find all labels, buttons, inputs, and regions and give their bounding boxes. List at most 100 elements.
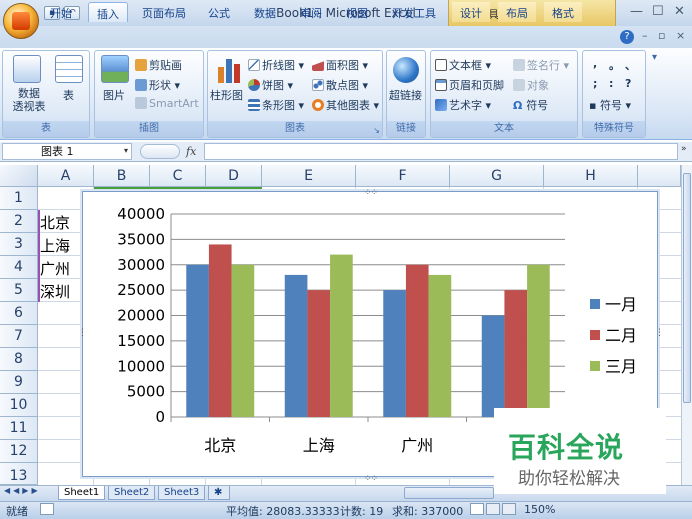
- ribbon-restore-icon[interactable]: ▫: [658, 29, 665, 42]
- symbol-button[interactable]: Ω 符号: [513, 97, 548, 113]
- sheet-tab-sheet3[interactable]: Sheet3: [158, 486, 206, 500]
- chart-resize-handle-top[interactable]: ⁘⁘: [364, 188, 378, 198]
- name-box[interactable]: 图表 1: [2, 143, 132, 160]
- tab-page-layout[interactable]: 页面布局: [134, 2, 194, 22]
- column-header-h[interactable]: H: [544, 165, 638, 187]
- ribbon-close-icon[interactable]: ×: [676, 29, 685, 42]
- ribbon-minimize-icon[interactable]: –: [642, 29, 648, 42]
- pie-chart-button[interactable]: 饼图 ▾: [248, 77, 293, 93]
- zoom-level[interactable]: 150%: [524, 503, 555, 516]
- textbox-button[interactable]: 文本框 ▾: [435, 57, 491, 73]
- special-char-comma[interactable]: ,: [593, 57, 597, 70]
- office-button[interactable]: [3, 3, 39, 39]
- tab-design[interactable]: 设计: [452, 2, 490, 22]
- tab-insert[interactable]: 插入: [88, 2, 128, 22]
- other-charts-button[interactable]: 其他图表 ▾: [312, 97, 379, 113]
- row-header-10[interactable]: 10: [0, 394, 38, 417]
- special-char-colon[interactable]: :: [609, 77, 613, 90]
- column-header-f[interactable]: F: [356, 165, 450, 187]
- special-symbol-button[interactable]: ▪ 符号 ▾: [589, 97, 631, 113]
- tab-data[interactable]: 数据: [246, 2, 284, 22]
- column-header-d[interactable]: D: [206, 165, 262, 187]
- chart-resize-handle-left[interactable]: ⋮: [78, 328, 87, 338]
- name-box-dropdown-icon[interactable]: ▾: [124, 146, 128, 155]
- line-chart-button[interactable]: 折线图 ▾: [248, 57, 304, 73]
- row-header-2[interactable]: 2: [0, 210, 38, 233]
- tab-format[interactable]: 格式: [544, 2, 582, 22]
- cell-a4[interactable]: 广州: [40, 258, 70, 279]
- page-break-view-icon[interactable]: [502, 503, 516, 515]
- formula-bar-handle[interactable]: [140, 144, 180, 159]
- row-header-3[interactable]: 3: [0, 233, 38, 256]
- column-header-a[interactable]: A: [38, 165, 94, 187]
- vertical-scrollbar[interactable]: [681, 165, 692, 485]
- column-header-c[interactable]: C: [150, 165, 206, 187]
- scatter-chart-button[interactable]: 散点图 ▾: [312, 77, 368, 93]
- select-all-corner[interactable]: [0, 165, 38, 187]
- tab-layout[interactable]: 布局: [498, 2, 536, 22]
- macro-record-icon[interactable]: [40, 503, 54, 515]
- row-header-5[interactable]: 5: [0, 279, 38, 302]
- bar-chart-button[interactable]: 条形图 ▾: [248, 97, 304, 113]
- formula-expand-icon[interactable]: »: [681, 144, 687, 154]
- wordart-button[interactable]: 艺术字 ▾: [435, 97, 491, 113]
- shapes-button[interactable]: 形状 ▾: [135, 77, 180, 93]
- object-button[interactable]: 对象: [513, 77, 549, 93]
- row-header-8[interactable]: 8: [0, 348, 38, 371]
- column-header-b[interactable]: B: [94, 165, 150, 187]
- special-char-enum-comma[interactable]: 、: [625, 57, 636, 73]
- special-char-question[interactable]: ?: [625, 77, 631, 90]
- close-button[interactable]: ✕: [674, 4, 685, 19]
- chart-resize-handle-right[interactable]: ⋮: [655, 328, 664, 338]
- sheet-tab-sheet1[interactable]: Sheet1: [58, 486, 106, 500]
- help-icon[interactable]: ?: [620, 30, 634, 44]
- bar-chart-label: 条形图: [262, 99, 295, 112]
- cell-a3[interactable]: 上海: [40, 235, 70, 256]
- page-layout-view-icon[interactable]: [486, 503, 500, 515]
- ribbon-more-icon[interactable]: ▾: [652, 52, 657, 63]
- pivot-table-button[interactable]: 数据 透视表: [9, 87, 49, 113]
- row-header-4[interactable]: 4: [0, 256, 38, 279]
- column-chart-button[interactable]: 柱形图: [210, 87, 243, 103]
- row-header-9[interactable]: 9: [0, 371, 38, 394]
- area-chart-button[interactable]: 面积图 ▾: [312, 57, 368, 73]
- insert-function-button[interactable]: fx: [186, 145, 196, 158]
- tab-view[interactable]: 视图: [338, 2, 376, 22]
- table-button[interactable]: 表: [63, 87, 74, 103]
- special-char-period[interactable]: 。: [609, 57, 620, 73]
- tab-home[interactable]: 开始: [42, 2, 80, 22]
- special-char-semicolon[interactable]: ;: [593, 77, 597, 90]
- header-footer-button[interactable]: 页眉和页脚: [435, 77, 504, 93]
- group-label-illustrations: 插图: [95, 121, 203, 137]
- tab-developer[interactable]: 开发工具: [384, 2, 444, 22]
- tab-formulas[interactable]: 公式: [200, 2, 238, 22]
- sheet-tab-sheet2[interactable]: Sheet2: [108, 486, 156, 500]
- sheet-nav-arrows-icon[interactable]: ◀◀▶▶: [4, 486, 41, 495]
- signature-line-button[interactable]: 签名行 ▾: [513, 57, 569, 73]
- vertical-scroll-thumb[interactable]: [683, 173, 691, 403]
- row-header-7[interactable]: 7: [0, 325, 38, 348]
- row-header-12[interactable]: 12: [0, 440, 38, 463]
- column-header-partial[interactable]: [638, 165, 681, 187]
- row-header-6[interactable]: 6: [0, 302, 38, 325]
- insert-sheet-icon[interactable]: ✱: [208, 486, 230, 500]
- cell-a2[interactable]: 北京: [40, 212, 70, 233]
- column-header-g[interactable]: G: [450, 165, 544, 187]
- column-header-e[interactable]: E: [262, 165, 356, 187]
- clipart-button[interactable]: 剪贴画: [135, 57, 182, 73]
- row-header-1[interactable]: 1: [0, 187, 38, 210]
- cell-a5[interactable]: 深圳: [40, 281, 70, 302]
- maximize-button[interactable]: ☐: [652, 4, 664, 19]
- row-header-13[interactable]: 13: [0, 463, 38, 485]
- chart-dialog-launcher-icon[interactable]: ↘: [373, 126, 380, 135]
- chart-resize-handle-bottom[interactable]: ⁘⁘: [364, 474, 378, 484]
- normal-view-icon[interactable]: [470, 503, 484, 515]
- horizontal-scroll-thumb[interactable]: [404, 487, 494, 499]
- formula-input[interactable]: [204, 143, 678, 160]
- picture-button[interactable]: 图片: [103, 87, 125, 103]
- hyperlink-button[interactable]: 超链接: [389, 87, 422, 103]
- tab-review[interactable]: 审阅: [292, 2, 330, 22]
- minimize-button[interactable]: —: [630, 4, 643, 19]
- smartart-button[interactable]: SmartArt: [135, 97, 199, 110]
- row-header-11[interactable]: 11: [0, 417, 38, 440]
